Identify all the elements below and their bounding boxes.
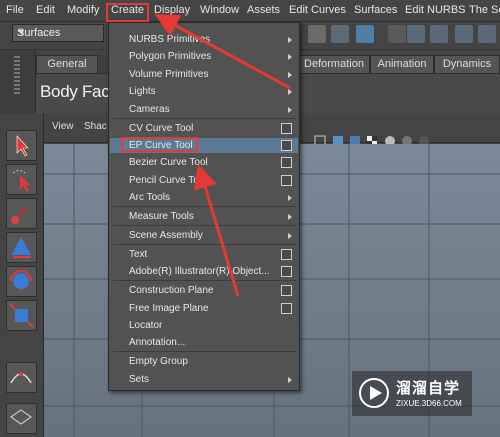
arrow-to-create <box>154 14 291 90</box>
arrow-to-ep-curve <box>193 164 240 297</box>
watermark-title: 溜溜自学 <box>396 380 461 397</box>
play-logo-icon <box>359 378 389 408</box>
watermark: 溜溜自学 ZIXUE.3D66.COM <box>352 371 472 416</box>
watermark-subtitle: ZIXUE.3D66.COM <box>396 399 462 408</box>
